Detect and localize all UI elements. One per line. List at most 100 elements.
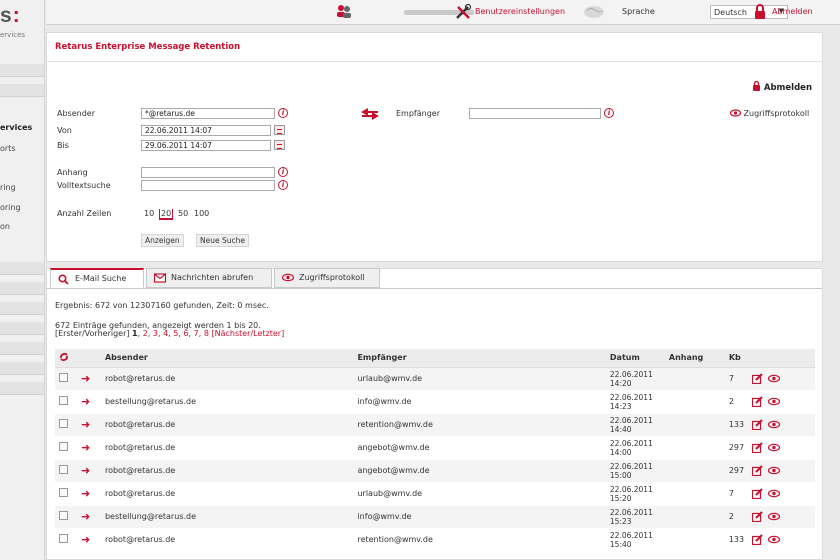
- page-link-1[interactable]: 1: [132, 329, 138, 338]
- column-header-attachment[interactable]: Anhang: [664, 349, 725, 368]
- rows-option-10[interactable]: 10: [143, 209, 155, 218]
- from-date-input[interactable]: 22.06.2011 14:07: [141, 125, 271, 136]
- row-checkbox[interactable]: [59, 442, 68, 451]
- sidebar-item[interactable]: [0, 84, 44, 97]
- rows-option-20[interactable]: 20: [159, 209, 174, 220]
- show-button[interactable]: Anzeigen: [141, 234, 184, 247]
- row-checkbox[interactable]: [59, 373, 68, 382]
- page-link-7[interactable]: 7: [194, 329, 199, 338]
- eye-icon[interactable]: [768, 489, 781, 498]
- row-select-cell: [55, 413, 77, 437]
- eye-icon[interactable]: [768, 420, 781, 429]
- sidebar-item[interactable]: [0, 262, 44, 275]
- pager-next-last[interactable]: [Nächster/Letzter]: [211, 329, 284, 338]
- table-row[interactable]: ➜ robot@retarus.de retention@wmv.de 22.06.2…: [55, 413, 815, 437]
- row-checkbox[interactable]: [59, 396, 68, 405]
- row-select-cell: [55, 459, 77, 483]
- recipient-input[interactable]: [469, 108, 601, 119]
- info-icon[interactable]: i: [278, 167, 288, 177]
- info-icon[interactable]: i: [604, 108, 614, 118]
- rows-option-100[interactable]: 100: [193, 209, 210, 218]
- sidebar-item-ring[interactable]: ring: [0, 183, 44, 196]
- row-checkbox[interactable]: [59, 488, 68, 497]
- attachment-input[interactable]: [141, 167, 275, 178]
- column-header-recipient[interactable]: Empfänger: [353, 349, 606, 368]
- sidebar-item[interactable]: [0, 382, 44, 395]
- date-cell: 22.06.2011 15:40: [605, 528, 665, 552]
- table-row[interactable]: ➜ bestellung@retarus.de info@wmv.de 22.06.2…: [55, 390, 815, 414]
- info-icon[interactable]: i: [278, 108, 288, 118]
- column-header-date[interactable]: Datum: [605, 349, 665, 368]
- page-link-5[interactable]: 5: [173, 329, 178, 338]
- edit-icon[interactable]: [751, 465, 763, 477]
- table-row[interactable]: ➜ bestellung@retarus.de info@wmv.de 22.06.2…: [55, 505, 815, 529]
- edit-icon[interactable]: [751, 488, 763, 500]
- lock-icon[interactable]: [753, 4, 767, 20]
- column-header-kb[interactable]: Kb: [724, 349, 749, 368]
- tab-access-log[interactable]: Zugriffsprotokoll: [274, 268, 380, 288]
- sidebar-item-services[interactable]: ervices: [0, 123, 44, 136]
- edit-icon[interactable]: [751, 419, 763, 431]
- eye-icon[interactable]: [768, 374, 781, 383]
- sidebar-item[interactable]: [0, 342, 44, 355]
- to-date-input[interactable]: 29.06.2011 14:07: [141, 140, 271, 151]
- fulltext-input[interactable]: [141, 180, 275, 191]
- sidebar-item[interactable]: [0, 362, 44, 375]
- edit-icon[interactable]: [751, 396, 763, 408]
- from-date-label: Von: [57, 126, 72, 135]
- sender-cell: bestellung@retarus.de: [100, 505, 354, 529]
- sidebar-item[interactable]: [0, 402, 44, 415]
- sidebar-item[interactable]: [0, 322, 44, 335]
- tab-email-search[interactable]: E-Mail Suche: [50, 268, 144, 288]
- column-header-sender[interactable]: Absender: [100, 349, 354, 368]
- table-row[interactable]: ➜ robot@retarus.de angebot@wmv.de 22.06.201…: [55, 436, 815, 460]
- row-checkbox[interactable]: [59, 419, 68, 428]
- tab-fetch-messages[interactable]: Nachrichten abrufen: [146, 268, 272, 288]
- actions-cell: [748, 390, 815, 414]
- calendar-icon[interactable]: [274, 140, 285, 150]
- sidebar-item[interactable]: [0, 282, 44, 295]
- page-link-8[interactable]: 8: [204, 329, 209, 338]
- info-icon[interactable]: i: [278, 180, 288, 190]
- refresh-header[interactable]: [55, 349, 77, 368]
- table-row[interactable]: ➜ robot@retarus.de retention@wmv.de 22.06.2…: [55, 528, 815, 552]
- eye-icon[interactable]: [768, 397, 781, 406]
- row-checkbox[interactable]: [59, 465, 68, 474]
- row-checkbox[interactable]: [59, 534, 68, 543]
- sidebar-item-reports[interactable]: orts: [0, 144, 44, 157]
- new-search-button[interactable]: Neue Suche: [196, 234, 249, 247]
- page-link-6[interactable]: 6: [183, 329, 188, 338]
- eye-icon[interactable]: [768, 466, 781, 475]
- page-link-3[interactable]: 3: [153, 329, 158, 338]
- edit-icon[interactable]: [751, 511, 763, 523]
- globe-icon: [584, 6, 604, 18]
- sidebar-item-monitoring[interactable]: oring: [0, 203, 44, 216]
- edit-icon[interactable]: [751, 534, 763, 546]
- sidebar-item[interactable]: [0, 64, 44, 77]
- swap-arrows-icon[interactable]: [360, 107, 380, 121]
- tools-icon[interactable]: [455, 4, 471, 20]
- row-select-cell: [55, 390, 77, 414]
- row-checkbox[interactable]: [59, 511, 68, 520]
- settings-link[interactable]: Benutzereinstellungen: [475, 7, 565, 16]
- page-link-2[interactable]: 2: [143, 329, 148, 338]
- sidebar-item[interactable]: [0, 302, 44, 315]
- access-log-link[interactable]: Zugriffsprotokoll: [729, 109, 809, 118]
- eye-icon[interactable]: [768, 535, 781, 544]
- eye-icon[interactable]: [768, 512, 781, 521]
- rows-option-50[interactable]: 50: [177, 209, 189, 218]
- table-row[interactable]: ➜ robot@retarus.de angebot@wmv.de 22.06.201…: [55, 459, 815, 483]
- logout-link[interactable]: Abmelden: [772, 7, 813, 16]
- sender-input[interactable]: *@retarus.de: [141, 108, 275, 119]
- edit-icon[interactable]: [751, 442, 763, 454]
- edit-icon[interactable]: [751, 373, 763, 385]
- logout-button[interactable]: Abmelden: [752, 80, 812, 93]
- lock-icon: [752, 80, 760, 91]
- page-link-4[interactable]: 4: [163, 329, 168, 338]
- sidebar-item-on[interactable]: on: [0, 222, 44, 235]
- calendar-icon[interactable]: [274, 125, 285, 135]
- table-row[interactable]: ➜ robot@retarus.de urlaub@wmv.de 22.06.2011…: [55, 367, 815, 391]
- pager-first-prev[interactable]: [Erster/Vorheriger]: [55, 329, 129, 338]
- table-row[interactable]: ➜ robot@retarus.de urlaub@wmv.de 22.06.2011…: [55, 482, 815, 506]
- eye-icon[interactable]: [768, 443, 781, 452]
